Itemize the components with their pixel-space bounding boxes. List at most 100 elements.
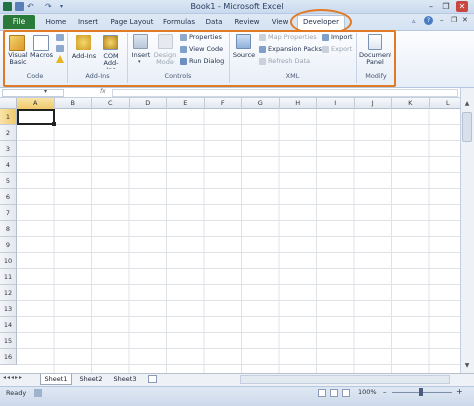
refresh-data-icon: [259, 58, 266, 65]
cell-grid[interactable]: [17, 109, 460, 373]
tab-view[interactable]: View: [268, 15, 292, 29]
sheet-tab-2[interactable]: Sheet2: [75, 374, 107, 385]
active-cell[interactable]: [17, 109, 55, 125]
com-add-ins-icon: [103, 35, 118, 50]
expansion-packs-button[interactable]: Expansion Packs: [268, 45, 322, 53]
map-properties-button[interactable]: Map Properties: [268, 33, 317, 41]
column-header-E[interactable]: E: [167, 98, 205, 109]
column-header-D[interactable]: D: [130, 98, 167, 109]
close-button[interactable]: ✕: [456, 1, 468, 12]
tab-review[interactable]: Review: [232, 15, 262, 29]
insert-sheet-icon[interactable]: [148, 375, 157, 383]
row-header-9[interactable]: 9: [0, 237, 17, 253]
export-button[interactable]: Export: [331, 45, 352, 53]
workbook-minimize-icon[interactable]: –: [440, 16, 444, 24]
tab-home[interactable]: Home: [40, 15, 72, 29]
design-mode-icon: [158, 34, 173, 49]
workbook-restore-icon[interactable]: ❐: [451, 16, 457, 24]
row-header-10[interactable]: 10: [0, 253, 17, 269]
tab-formulas[interactable]: Formulas: [160, 15, 198, 29]
row-header-11[interactable]: 11: [0, 269, 17, 285]
column-header-B[interactable]: B: [55, 98, 92, 109]
column-header-J[interactable]: J: [355, 98, 392, 109]
zoom-out-icon[interactable]: –: [383, 388, 387, 396]
normal-view-icon[interactable]: [318, 389, 326, 397]
row-header-13[interactable]: 13: [0, 301, 17, 317]
macro-security-icon[interactable]: [56, 55, 64, 63]
row-header-7[interactable]: 7: [0, 205, 17, 221]
insert-controls-button[interactable]: Insert: [129, 52, 153, 59]
formula-input[interactable]: [112, 89, 458, 97]
minimize-ribbon-icon[interactable]: ▵: [412, 17, 416, 25]
row-header-4[interactable]: 4: [0, 157, 17, 173]
column-header-C[interactable]: C: [92, 98, 130, 109]
group-label-xml: XML: [285, 72, 300, 80]
minimize-button[interactable]: –: [425, 1, 437, 12]
column-header-A[interactable]: A: [17, 98, 55, 109]
insert-dropdown-icon[interactable]: ▾: [138, 59, 141, 65]
group-separator: [67, 33, 68, 83]
row-header-3[interactable]: 3: [0, 141, 17, 157]
zoom-slider-thumb[interactable]: [419, 388, 423, 396]
document-panel-icon: [368, 34, 382, 50]
column-header-G[interactable]: G: [242, 98, 280, 109]
fill-handle[interactable]: [52, 122, 56, 126]
sheet-tab-1[interactable]: Sheet1: [40, 374, 72, 385]
horizontal-scrollbar[interactable]: [240, 375, 450, 384]
formula-fx-icon[interactable]: fx: [100, 88, 106, 95]
column-header-K[interactable]: K: [392, 98, 430, 109]
group-label-controls: Controls: [164, 72, 192, 80]
scroll-down-icon[interactable]: ▼: [462, 362, 472, 372]
document-panel-button[interactable]: Document Panel: [359, 52, 391, 68]
group-label-add-ins: Add-Ins: [85, 72, 110, 80]
group-label-modify: Modify: [365, 72, 387, 80]
scroll-thumb[interactable]: [462, 112, 472, 142]
xml-source-button[interactable]: Source: [231, 52, 257, 59]
name-box[interactable]: [2, 89, 64, 97]
column-header-F[interactable]: F: [205, 98, 242, 109]
page-layout-view-icon[interactable]: [330, 389, 338, 397]
import-button[interactable]: Import: [331, 33, 353, 41]
restore-button[interactable]: ❐: [440, 1, 452, 12]
row-header-8[interactable]: 8: [0, 221, 17, 237]
row-header-15[interactable]: 15: [0, 333, 17, 349]
import-icon: [322, 34, 329, 41]
tab-insert[interactable]: Insert: [74, 15, 102, 29]
zoom-in-icon[interactable]: +: [456, 387, 463, 396]
sheet-nav-icon[interactable]: ◂◂◂▸▸: [3, 374, 23, 381]
column-header-H[interactable]: H: [280, 98, 317, 109]
name-box-dropdown-icon[interactable]: ▾: [44, 88, 47, 95]
column-header-I[interactable]: I: [317, 98, 355, 109]
workbook-close-icon[interactable]: ✕: [462, 16, 468, 24]
view-code-button[interactable]: View Code: [189, 45, 223, 53]
add-ins-button[interactable]: Add-Ins: [70, 53, 98, 60]
visual-basic-button[interactable]: Visual Basic: [5, 52, 31, 68]
row-header-2[interactable]: 2: [0, 125, 17, 141]
design-mode-button[interactable]: Design Mode: [153, 52, 177, 68]
row-header-14[interactable]: 14: [0, 317, 17, 333]
select-all-corner[interactable]: [0, 98, 17, 109]
refresh-data-button[interactable]: Refresh Data: [268, 57, 310, 65]
tab-page-layout[interactable]: Page Layout: [107, 15, 157, 29]
status-bar: [0, 386, 474, 406]
help-icon[interactable]: ?: [424, 16, 433, 25]
macros-button[interactable]: Macros: [30, 52, 53, 59]
run-dialog-button[interactable]: Run Dialog: [189, 57, 224, 65]
relative-references-icon[interactable]: [56, 45, 64, 52]
row-header-1[interactable]: 1: [0, 109, 17, 125]
row-header-12[interactable]: 12: [0, 285, 17, 301]
zoom-level[interactable]: 100%: [358, 388, 377, 396]
page-break-view-icon[interactable]: [342, 389, 350, 397]
scroll-up-icon[interactable]: ▲: [462, 100, 472, 110]
properties-icon: [180, 34, 187, 41]
row-header-16[interactable]: 16: [0, 349, 17, 365]
macro-record-icon[interactable]: [34, 389, 42, 397]
properties-button[interactable]: Properties: [189, 33, 222, 41]
sheet-tab-3[interactable]: Sheet3: [109, 374, 141, 385]
tab-file[interactable]: File: [3, 15, 35, 29]
row-header-5[interactable]: 5: [0, 173, 17, 189]
row-header-6[interactable]: 6: [0, 189, 17, 205]
com-add-ins-button[interactable]: COM Add-Ins: [99, 53, 123, 69]
tab-data[interactable]: Data: [202, 15, 226, 29]
record-macro-icon[interactable]: [56, 34, 64, 41]
